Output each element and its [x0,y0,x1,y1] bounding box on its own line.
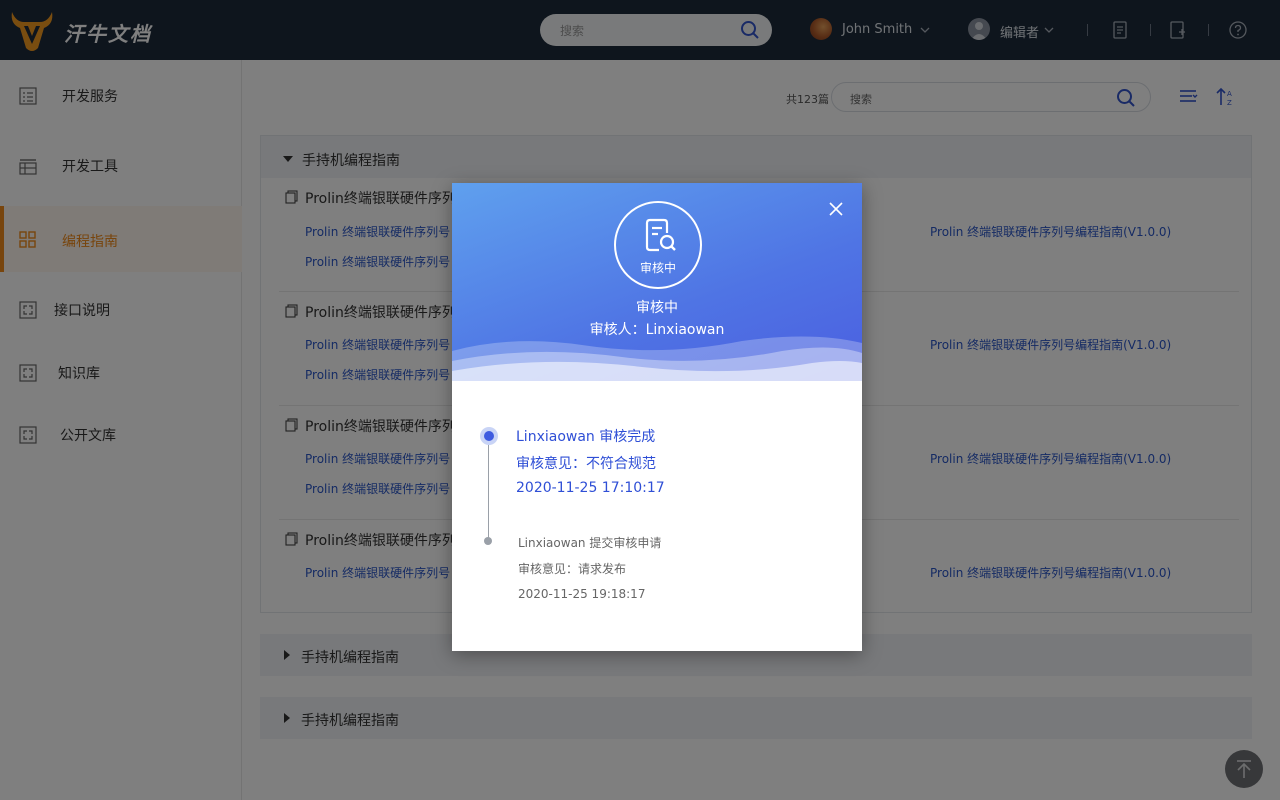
timeline-dot [484,537,492,545]
review-status-dialog: 审核中 审核中 审核人：Linxiaowan Linxiaowan 审核完成 审… [452,183,862,651]
timeline-entry-time: 2020-11-25 17:10:17 [516,480,665,496]
timeline-line [488,441,489,541]
timeline-entry-comment: 审核意见：不符合规范 [516,456,656,472]
status-badge: 审核中 [614,201,702,289]
badge-label: 审核中 [639,261,676,275]
timeline-entry-title: Linxiaowan 审核完成 [516,429,656,445]
timeline-entry-time: 2020-11-25 19:18:17 [518,587,646,601]
dialog-header: 审核中 审核中 审核人：Linxiaowan [452,183,862,381]
close-icon[interactable] [828,201,844,217]
wave-decoration [452,336,862,381]
timeline-entry-comment: 审核意见：请求发布 [518,562,627,576]
timeline-entry-title: Linxiaowan 提交审核申请 [518,536,662,550]
review-status: 审核中 [636,300,678,316]
document-search-icon [645,218,676,252]
timeline-dot-active [480,427,498,445]
